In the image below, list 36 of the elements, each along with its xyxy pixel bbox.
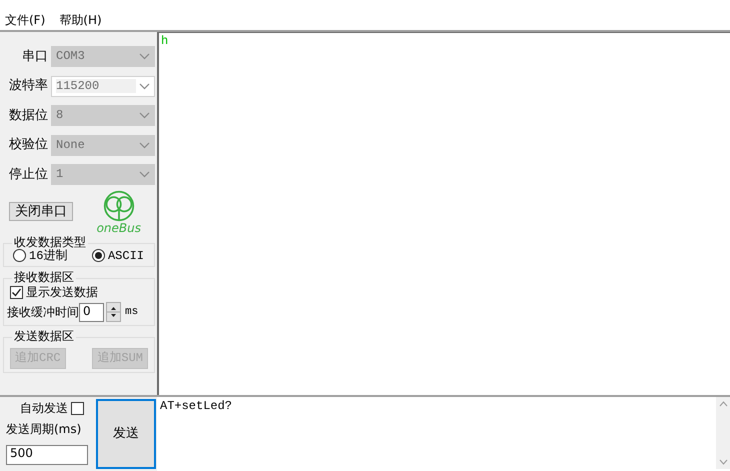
radio-button[interactable] bbox=[13, 249, 26, 262]
unit-label: ms bbox=[125, 306, 138, 319]
checkbox-label: 自动发送 bbox=[20, 401, 68, 416]
chevron-down-icon bbox=[139, 53, 150, 60]
chevron-down-icon bbox=[139, 112, 150, 119]
logo-icon bbox=[102, 190, 135, 222]
received-text: h bbox=[161, 34, 168, 48]
group-title: 发送数据区 bbox=[12, 329, 76, 344]
field-label: 停止位 bbox=[8, 166, 48, 182]
field-label: 波特率 bbox=[8, 78, 48, 94]
spin-buttons[interactable] bbox=[106, 302, 121, 322]
menu-item[interactable]: 文件(F) bbox=[5, 12, 46, 28]
checkbox-label: 显示发送数据 bbox=[26, 284, 98, 300]
send-text[interactable]: AT+setLed? bbox=[160, 397, 232, 469]
field-label: 发送周期(ms) bbox=[6, 422, 82, 437]
chevron-down-icon bbox=[139, 82, 150, 90]
close-port-button[interactable]: 关闭串口 bbox=[9, 202, 73, 222]
period-field[interactable]: 500 bbox=[6, 444, 88, 465]
number-field[interactable]: 0 bbox=[79, 302, 104, 322]
menu-item[interactable]: 帮助(H) bbox=[59, 12, 102, 28]
checkbox[interactable] bbox=[71, 402, 84, 415]
checkbox[interactable] bbox=[10, 286, 23, 299]
field-label: 数据位 bbox=[8, 108, 48, 124]
logo-text: oneBus bbox=[96, 222, 141, 234]
dropdown[interactable]: 115200 bbox=[51, 76, 155, 96]
field-label: 串口 bbox=[21, 48, 48, 64]
chevron-down-icon bbox=[139, 171, 150, 178]
option-label: 16进制 bbox=[29, 248, 68, 263]
send-button[interactable]: 发送 bbox=[96, 399, 156, 469]
field-label: 接收缓冲时间 bbox=[7, 305, 79, 320]
option-label: ASCII bbox=[108, 248, 144, 263]
field-label: 校验位 bbox=[8, 137, 48, 153]
group-title: 接收数据区 bbox=[12, 270, 76, 284]
group-title: 收发数据类型 bbox=[12, 234, 88, 249]
radio-button[interactable] bbox=[92, 249, 105, 262]
chevron-down-icon bbox=[139, 142, 150, 148]
